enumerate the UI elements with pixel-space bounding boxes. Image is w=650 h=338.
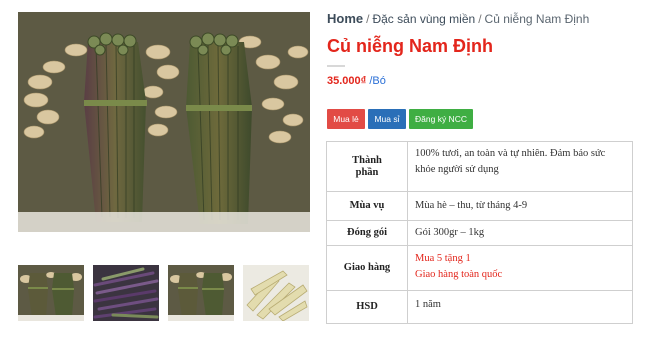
spec-value: 1 năm (407, 290, 633, 324)
spec-value-line: 100% tươi, an toàn và tự nhiên. Đảm bảo … (415, 148, 606, 159)
breadcrumb-separator: / (366, 12, 370, 26)
thumbnail-1[interactable] (18, 265, 84, 321)
product-price: 35.000₫ /Bó (327, 75, 386, 87)
spec-value: 100% tươi, an toàn và tự nhiên. Đảm bảo … (407, 141, 633, 192)
spec-label: HSD (326, 290, 408, 324)
breadcrumb-category-link[interactable]: Đặc sản vùng miền (372, 12, 475, 26)
thumbnail-strip (18, 265, 310, 321)
price-amount: 35.000₫ (327, 75, 367, 87)
main-product-image[interactable] (18, 12, 310, 232)
thumbnail-2[interactable] (93, 265, 159, 321)
spec-label: Thành phần (326, 141, 408, 192)
spec-label: Mùa vụ (326, 191, 408, 221)
spec-label: Giao hàng (326, 245, 408, 291)
price-unit: /Bó (369, 75, 386, 87)
breadcrumb-separator: / (478, 12, 482, 26)
spec-row-season: Mùa vụ Mùa hè – thu, từ tháng 4-9 (326, 191, 633, 221)
thumbnail-3[interactable] (168, 265, 234, 321)
spec-value-line: Giao hàng toàn quốc (415, 269, 503, 280)
spec-row-expiry: HSD 1 năm (326, 290, 633, 324)
product-title: Củ niễng Nam Định (327, 36, 493, 56)
product-specs-table: Thành phần 100% tươi, an toàn và tự nhiê… (326, 141, 633, 324)
spec-row-delivery: Giao hàng Mua 5 tặng 1 Giao hàng toàn qu… (326, 245, 633, 291)
breadcrumb: Home / Đặc sản vùng miền / Củ niễng Nam Định (327, 11, 589, 26)
register-supplier-button[interactable]: Đăng ký NCC (409, 109, 473, 129)
spec-label: Đóng gói (326, 220, 408, 246)
title-divider (327, 65, 345, 67)
spec-value: Mua 5 tặng 1 Giao hàng toàn quốc (407, 245, 633, 291)
breadcrumb-home-link[interactable]: Home (327, 11, 363, 26)
buy-retail-button[interactable]: Mua lẻ (327, 109, 365, 129)
spec-value: Mùa hè – thu, từ tháng 4-9 (407, 191, 633, 221)
thumbnail-4[interactable] (243, 265, 309, 321)
spec-row-packaging: Đóng gói Gói 300gr – 1kg (326, 220, 633, 246)
spec-label-line: phần (355, 166, 379, 178)
spec-row-ingredients: Thành phần 100% tươi, an toàn và tự nhiê… (326, 141, 633, 192)
spec-value-line: Mua 5 tặng 1 (415, 253, 471, 264)
breadcrumb-current: Củ niễng Nam Định (484, 12, 590, 26)
buy-wholesale-button[interactable]: Mua sỉ (368, 109, 406, 129)
spec-value-line: khỏe người sử dụng (415, 164, 499, 175)
spec-value: Gói 300gr – 1kg (407, 220, 633, 246)
spec-label-line: Thành (352, 154, 382, 166)
